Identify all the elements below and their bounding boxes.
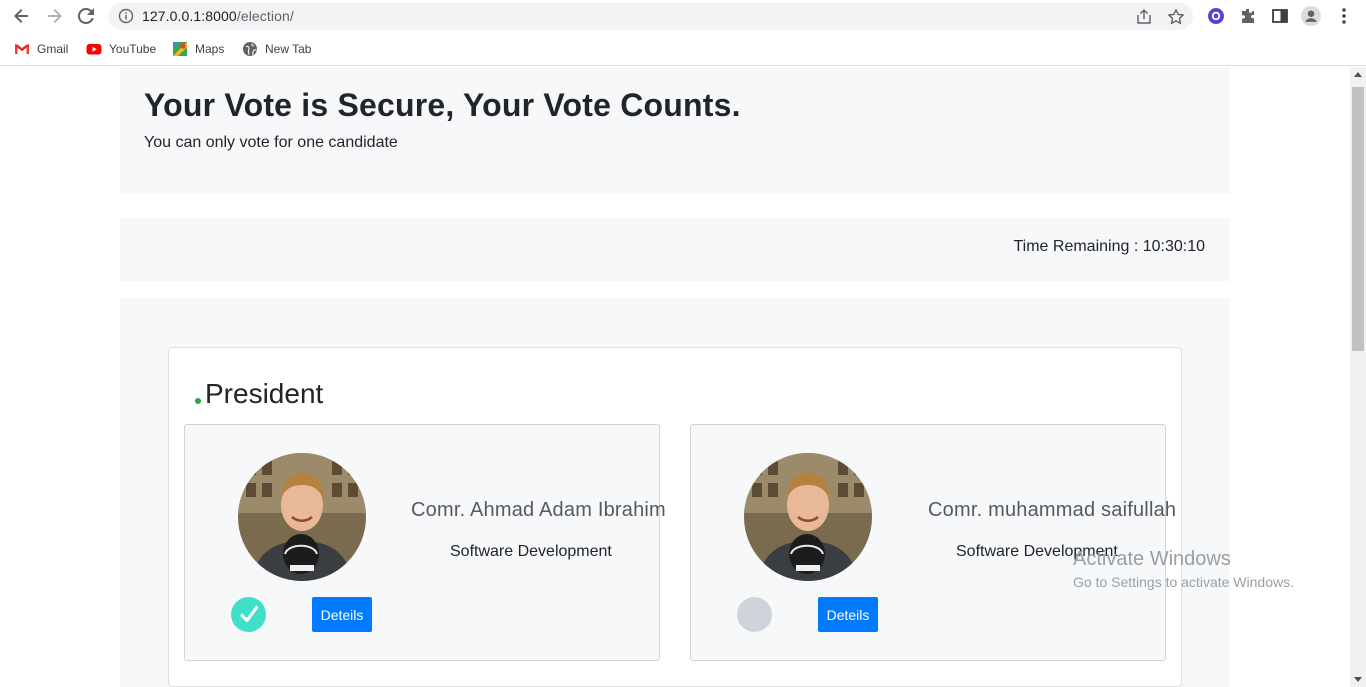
bookmark-label: New Tab	[265, 42, 312, 56]
site-info-icon[interactable]	[118, 8, 134, 24]
bookmark-label: Gmail	[37, 42, 69, 56]
bookmark-new-tab[interactable]: New Tab	[242, 40, 311, 58]
scroll-down-icon[interactable]	[1354, 677, 1362, 682]
candidate-department: Software Development	[450, 543, 612, 560]
bookmark-youtube[interactable]: YouTube	[86, 40, 156, 58]
scroll-up-icon[interactable]	[1354, 72, 1362, 77]
candidate-card: Comr. muhammad saifullah Software Develo…	[690, 424, 1176, 661]
address-bar[interactable]: 127.0.0.1:8000/election/	[108, 3, 1193, 30]
profile-avatar-icon	[1301, 6, 1321, 26]
side-panel-button[interactable]	[1270, 6, 1290, 26]
url-text: 127.0.0.1:8000/election/	[142, 8, 294, 24]
page-subtitle: You can only vote for one candidate	[144, 134, 398, 151]
header-jumbotron: Your Vote is Secure, Your Vote Counts. Y…	[120, 67, 1230, 194]
share-icon[interactable]	[1135, 8, 1153, 26]
reload-icon	[77, 7, 94, 24]
position-card: President Comr. Ahmad Adam Ibrahim Softw…	[168, 347, 1182, 687]
gmail-icon	[14, 44, 30, 54]
watermark-title: Activate Windows	[1073, 548, 1231, 570]
forward-arrow-icon	[48, 9, 62, 23]
scroll-thumb[interactable]	[1352, 87, 1364, 351]
candidate-name: Comr. Ahmad Adam Ibrahim	[411, 499, 666, 521]
position-title: President	[205, 378, 324, 409]
candidate-name: Comr. muhammad saifullah	[928, 499, 1177, 521]
checkmark-icon	[239, 605, 258, 622]
bookmark-maps[interactable]: Maps	[172, 40, 224, 58]
page-title: Your Vote is Secure, Your Vote Counts.	[144, 87, 741, 123]
bookmark-label: YouTube	[109, 42, 157, 56]
time-remaining: Time Remaining : 10:30:10	[1013, 238, 1205, 255]
profile-button[interactable]	[1301, 6, 1321, 26]
ballot-panel: President Comr. Ahmad Adam Ibrahim Softw…	[120, 298, 1230, 687]
url-host: 127.0.0.1:8000	[142, 8, 237, 24]
browser-toolbar: 127.0.0.1:8000/election/	[0, 0, 1366, 33]
back-button[interactable]	[10, 4, 34, 28]
puzzle-icon	[1242, 9, 1254, 23]
candidate-photo	[238, 453, 366, 581]
person-photo-icon	[744, 453, 872, 581]
person-photo-icon	[238, 453, 366, 581]
bookmark-label: Maps	[195, 42, 225, 56]
bookmark-gmail[interactable]: Gmail	[14, 40, 68, 58]
youtube-icon	[86, 44, 102, 55]
position-heading: President	[195, 378, 323, 410]
extension-logo-icon	[1208, 8, 1224, 24]
vote-select-toggle[interactable]	[231, 597, 266, 632]
page-viewport: Your Vote is Secure, Your Vote Counts. Y…	[0, 67, 1350, 687]
bookmarks-bar: Gmail YouTube Maps New Tab	[0, 33, 1366, 66]
vote-select-toggle[interactable]	[737, 597, 772, 632]
page-scrollbar[interactable]	[1350, 67, 1366, 687]
windows-activation-watermark: Activate Windows Go to Settings to activ…	[1073, 548, 1294, 590]
side-panel-icon	[1272, 9, 1288, 23]
globe-icon	[243, 42, 257, 56]
more-vert-icon	[1342, 8, 1346, 24]
forward-button[interactable]	[42, 4, 66, 28]
bookmark-star-icon[interactable]	[1167, 8, 1185, 26]
watermark-subtitle: Go to Settings to activate Windows.	[1073, 574, 1294, 590]
extensions-button[interactable]	[1238, 6, 1258, 26]
timer-panel: Time Remaining : 10:30:10	[120, 218, 1230, 281]
extension-circle-icon[interactable]	[1206, 6, 1226, 26]
url-path: /election/	[236, 8, 294, 24]
details-button[interactable]: Deteils	[818, 597, 878, 632]
status-dot-icon	[195, 398, 201, 404]
back-arrow-icon	[14, 9, 28, 23]
candidate-photo	[744, 453, 872, 581]
candidate-card: Comr. Ahmad Adam Ibrahim Software Develo…	[184, 424, 666, 661]
details-button[interactable]: Deteils	[312, 597, 372, 632]
reload-button[interactable]	[74, 4, 98, 28]
menu-button[interactable]	[1334, 6, 1354, 26]
maps-icon	[173, 42, 187, 56]
